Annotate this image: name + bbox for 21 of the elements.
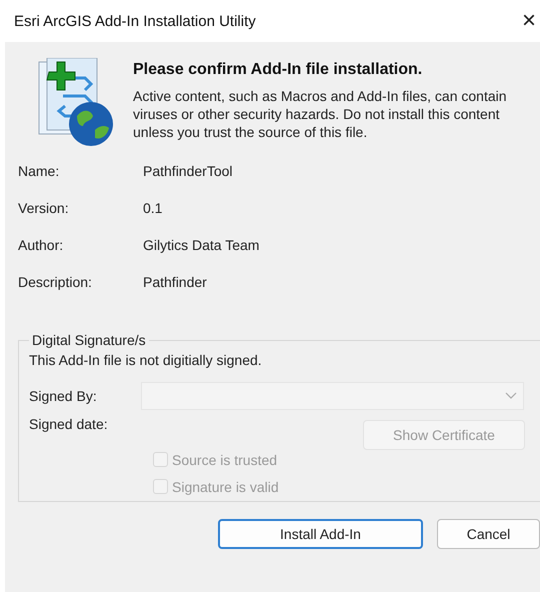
warning-text: Active content, such as Macros and Add-In files, can contain viruses or other security hazards. Do not install this content unless you trust the source of this file. xyxy=(133,87,508,141)
dialog-button[interactable]: Cancel xyxy=(437,519,540,549)
chevron-icon xyxy=(505,392,517,400)
close-icon[interactable]: × xyxy=(522,7,536,35)
field-value: 0.1 xyxy=(143,201,164,216)
field-label: Version: xyxy=(18,201,70,216)
signed-date-label: Signed date: xyxy=(29,416,109,432)
field-value: Pathfinder xyxy=(143,275,208,290)
window-title: Esri ArcGIS Add-In Installation Utility xyxy=(14,12,256,30)
signed-by-label: Signed By: xyxy=(29,388,98,404)
signature-status: This Add-In file is not digitially signed. xyxy=(29,352,263,368)
group-title: Digital Signature/s xyxy=(31,332,147,348)
dialog-heading: Please confirm Add-In file installation. xyxy=(133,61,424,79)
checkbox-label: Signature is valid xyxy=(172,478,279,494)
field-label: Name: xyxy=(18,164,60,179)
field-label: Author: xyxy=(18,238,64,253)
field-label: Description: xyxy=(18,275,93,290)
field-value: Gilytics Data Team xyxy=(143,238,260,253)
dialog-button[interactable]: Install Add-In xyxy=(218,519,423,549)
field-value: PathfinderTool xyxy=(143,164,234,179)
checkbox-label: Source is trusted xyxy=(172,452,278,468)
